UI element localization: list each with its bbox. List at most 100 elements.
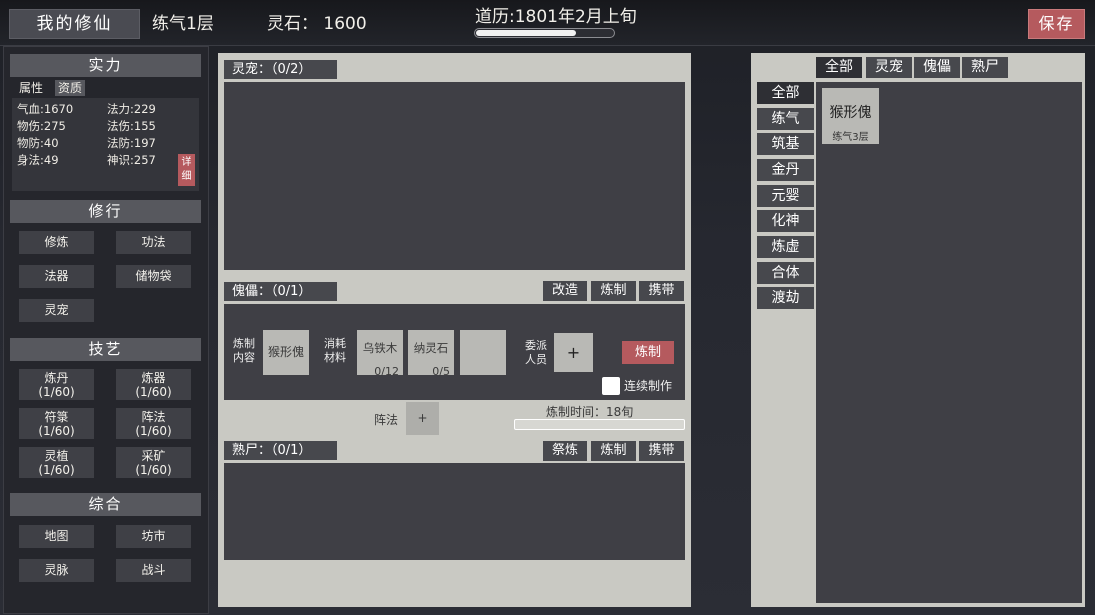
- corpse-craft-button[interactable]: 炼制: [591, 441, 636, 461]
- talisman-button[interactable]: 符箓 (1/60): [19, 408, 94, 439]
- cost-materials-label: 消耗 材料: [322, 337, 348, 365]
- craft-execute-button[interactable]: 炼制: [622, 341, 674, 364]
- detail-label-2: 细: [181, 171, 192, 182]
- forging-label: 炼器: [141, 371, 166, 385]
- stat-phys-def: 物防:40: [17, 136, 59, 150]
- pets-list: [224, 82, 685, 270]
- talisman-label: 符箓: [44, 410, 69, 424]
- assign-staff-label: 委派 人员: [523, 339, 549, 367]
- practice-header: 修行: [10, 200, 201, 223]
- array-slot[interactable]: +: [406, 402, 439, 435]
- realm-filter-qi-refining[interactable]: 练气: [757, 108, 814, 130]
- stat-phys-atk: 物伤:275: [17, 119, 66, 133]
- herb-planting-level: (1/60): [38, 463, 75, 477]
- material-count-2: 0/5: [432, 365, 450, 378]
- filter-tab-corpses[interactable]: 熟尸: [962, 57, 1008, 78]
- realm-filter-nascent-soul[interactable]: 元婴: [757, 185, 814, 207]
- realm-filter-all[interactable]: 全部: [757, 82, 814, 104]
- realm-filter-golden-core[interactable]: 金丹: [757, 159, 814, 181]
- craft-item-slot[interactable]: 猴形傀: [263, 330, 309, 375]
- inventory-item-puppet[interactable]: 猴形傀 练气3层: [822, 88, 879, 144]
- strength-header: 实力: [10, 54, 201, 77]
- my-cultivation-title[interactable]: 我的修仙: [9, 9, 140, 39]
- realm-filter-integration[interactable]: 合体: [757, 262, 814, 284]
- assign-label-line2: 人员: [525, 353, 547, 366]
- corpses-label: 熟尸：（0/1）: [224, 441, 337, 460]
- stat-mag-def: 法防:197: [107, 136, 156, 150]
- herb-planting-button[interactable]: 灵植 (1/60): [19, 447, 94, 478]
- artifacts-button[interactable]: 法器: [19, 265, 94, 288]
- inventory-list: [816, 82, 1082, 603]
- formation-label: 阵法: [141, 410, 166, 424]
- refine-button[interactable]: 祭炼: [543, 441, 587, 461]
- craft-content-label: 炼制 内容: [231, 337, 257, 365]
- pets-label: 灵宠：（0/2）: [224, 60, 337, 79]
- material-count-1: 0/12: [374, 365, 399, 378]
- stat-hp: 气血:1670: [17, 102, 74, 116]
- modify-button[interactable]: 改造: [543, 281, 587, 301]
- filter-tab-puppets[interactable]: 傀儡: [914, 57, 960, 78]
- time-progress-fill: [476, 30, 576, 36]
- craft-content-line2: 内容: [233, 351, 255, 364]
- forging-level: (1/60): [135, 385, 172, 399]
- realm-level: 练气1层: [152, 14, 214, 34]
- calendar-date: 道历:1801年2月上旬: [475, 7, 637, 27]
- stat-mag-atk: 法伤:155: [107, 119, 156, 133]
- tab-attributes[interactable]: 属性: [16, 80, 46, 96]
- stat-agility: 身法:49: [17, 153, 59, 167]
- storage-bag-button[interactable]: 储物袋: [116, 265, 191, 288]
- puppets-label: 傀儡：（0/1）: [224, 282, 337, 301]
- filter-tab-pets[interactable]: 灵宠: [866, 57, 912, 78]
- mining-label: 采矿: [141, 449, 166, 463]
- detail-button[interactable]: 详细: [178, 154, 195, 186]
- corpse-carry-button[interactable]: 携带: [639, 441, 684, 461]
- alchemy-label: 炼丹: [44, 371, 69, 385]
- assign-label-line1: 委派: [525, 339, 547, 352]
- puppet-craft-button[interactable]: 炼制: [591, 281, 636, 301]
- market-button[interactable]: 坊市: [116, 525, 191, 548]
- realm-filter-foundation[interactable]: 筑基: [757, 133, 814, 155]
- stat-mana: 法力:229: [107, 102, 156, 116]
- inventory-item-name: 猴形傀: [829, 105, 872, 121]
- craft-header: 技艺: [10, 338, 201, 361]
- stat-spirit: 神识:257: [107, 153, 156, 167]
- mining-level: (1/60): [135, 463, 172, 477]
- assign-staff-slot[interactable]: +: [554, 333, 593, 372]
- array-label: 阵法: [374, 413, 399, 427]
- alchemy-level: (1/60): [38, 385, 75, 399]
- spirit-pet-button[interactable]: 灵宠: [19, 299, 94, 322]
- tab-aptitude[interactable]: 资质: [55, 80, 86, 96]
- realm-filter-spirit-transform[interactable]: 化神: [757, 210, 814, 232]
- realm-filter-tribulation[interactable]: 渡劫: [757, 287, 814, 309]
- alchemy-button[interactable]: 炼丹 (1/60): [19, 369, 94, 400]
- formation-level: (1/60): [135, 424, 172, 438]
- detail-label-1: 详: [181, 157, 192, 168]
- craft-content-line1: 炼制: [233, 337, 255, 350]
- realm-filter-void-refining[interactable]: 炼虚: [757, 236, 814, 258]
- mining-button[interactable]: 采矿 (1/60): [116, 447, 191, 478]
- continuous-craft-checkbox[interactable]: [602, 377, 620, 395]
- cost-label-line2: 材料: [324, 351, 346, 364]
- forging-button[interactable]: 炼器 (1/60): [116, 369, 191, 400]
- spirit-stones: 灵石： 1600: [267, 14, 367, 34]
- inventory-item-realm: 练气3层: [832, 132, 869, 143]
- material-name-1: 乌铁木: [362, 341, 398, 355]
- material-name-2: 纳灵石: [413, 341, 449, 355]
- puppet-carry-button[interactable]: 携带: [639, 281, 684, 301]
- spirit-vein-button[interactable]: 灵脉: [19, 559, 94, 582]
- map-button[interactable]: 地图: [19, 525, 94, 548]
- corpses-list: [224, 463, 685, 560]
- herb-planting-label: 灵植: [44, 449, 69, 463]
- formation-button[interactable]: 阵法 (1/60): [116, 408, 191, 439]
- material-slot-2[interactable]: 纳灵石 0/5: [408, 330, 454, 378]
- craft-time-label: 炼制时间：18旬: [546, 405, 634, 419]
- filter-tab-all[interactable]: 全部: [816, 57, 862, 78]
- cultivate-button[interactable]: 修炼: [19, 231, 94, 254]
- material-slot-3[interactable]: [460, 330, 506, 375]
- talisman-level: (1/60): [38, 424, 75, 438]
- battle-button[interactable]: 战斗: [116, 559, 191, 582]
- misc-header: 综合: [10, 493, 201, 516]
- save-button[interactable]: 保存: [1028, 9, 1085, 39]
- material-slot-1[interactable]: 乌铁木 0/12: [357, 330, 403, 378]
- techniques-button[interactable]: 功法: [116, 231, 191, 254]
